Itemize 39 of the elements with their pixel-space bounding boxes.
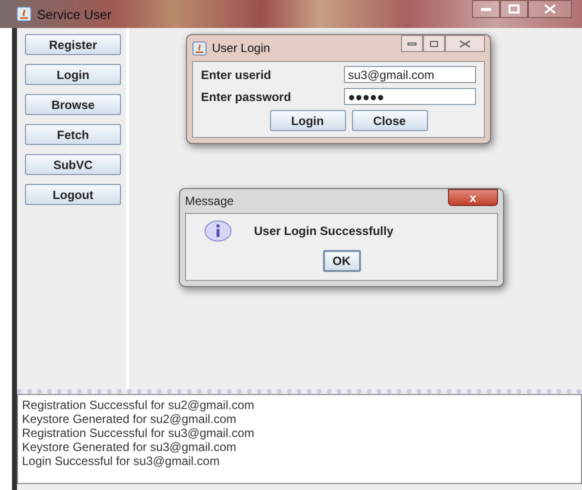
maximize-icon xyxy=(508,4,520,14)
info-icon xyxy=(204,220,232,242)
dialog-title: Message xyxy=(185,194,234,208)
sidebar-button[interactable]: Login xyxy=(25,64,121,85)
close-icon xyxy=(544,4,556,14)
maximize-button[interactable] xyxy=(423,35,445,52)
close-button[interactable] xyxy=(528,0,572,18)
log-line: Login Successful for su3@gmail.com xyxy=(22,454,221,468)
dialog-button[interactable]: Close xyxy=(352,110,428,131)
java-icon xyxy=(192,40,207,56)
dialog-title: User Login xyxy=(212,41,270,55)
sidebar-button[interactable]: Browse xyxy=(25,94,121,115)
log-line: Registration Successful for su2@gmail.com xyxy=(22,398,256,412)
close-button[interactable] xyxy=(445,35,485,52)
field-label: Enter userid xyxy=(201,68,272,82)
log-line: Keystore Generated for su3@gmail.com xyxy=(22,440,238,454)
minimize-button[interactable] xyxy=(472,0,500,18)
minimize-icon xyxy=(480,6,492,12)
field-label: Enter password xyxy=(201,90,292,104)
message-close-button[interactable]: x xyxy=(448,189,498,206)
minimize-button[interactable] xyxy=(401,35,423,52)
close-icon xyxy=(459,40,471,48)
sidebar-button[interactable]: Logout xyxy=(25,184,121,205)
message-text: User Login Successfully xyxy=(254,224,394,238)
window-title: Service User xyxy=(37,6,112,22)
ok-button[interactable]: OK xyxy=(322,250,360,272)
dialog-button[interactable]: Login xyxy=(270,110,346,131)
sidebar-button[interactable]: Fetch xyxy=(25,124,121,145)
maximize-icon xyxy=(429,40,439,48)
minimize-icon xyxy=(407,40,417,46)
log-text-area[interactable]: Registration Successful for su2@gmail.com Keystore Generated for su2@gmail.com Registration Successful for su3@gmail.com Keystore Generated for su3@gmail.com Login Successful for su3@gmail.com xyxy=(17,394,582,484)
sidebar-button[interactable]: SubVC xyxy=(25,154,121,175)
input-field[interactable]: ●●●●● xyxy=(344,88,476,105)
log-line: Registration Successful for su3@gmail.com xyxy=(22,426,256,440)
maximize-button[interactable] xyxy=(500,0,528,18)
sidebar-button[interactable]: Register xyxy=(25,34,121,55)
input-field[interactable]: su3@gmail.com xyxy=(344,66,476,83)
log-line: Keystore Generated for su2@gmail.com xyxy=(22,412,238,426)
java-icon xyxy=(16,6,32,22)
